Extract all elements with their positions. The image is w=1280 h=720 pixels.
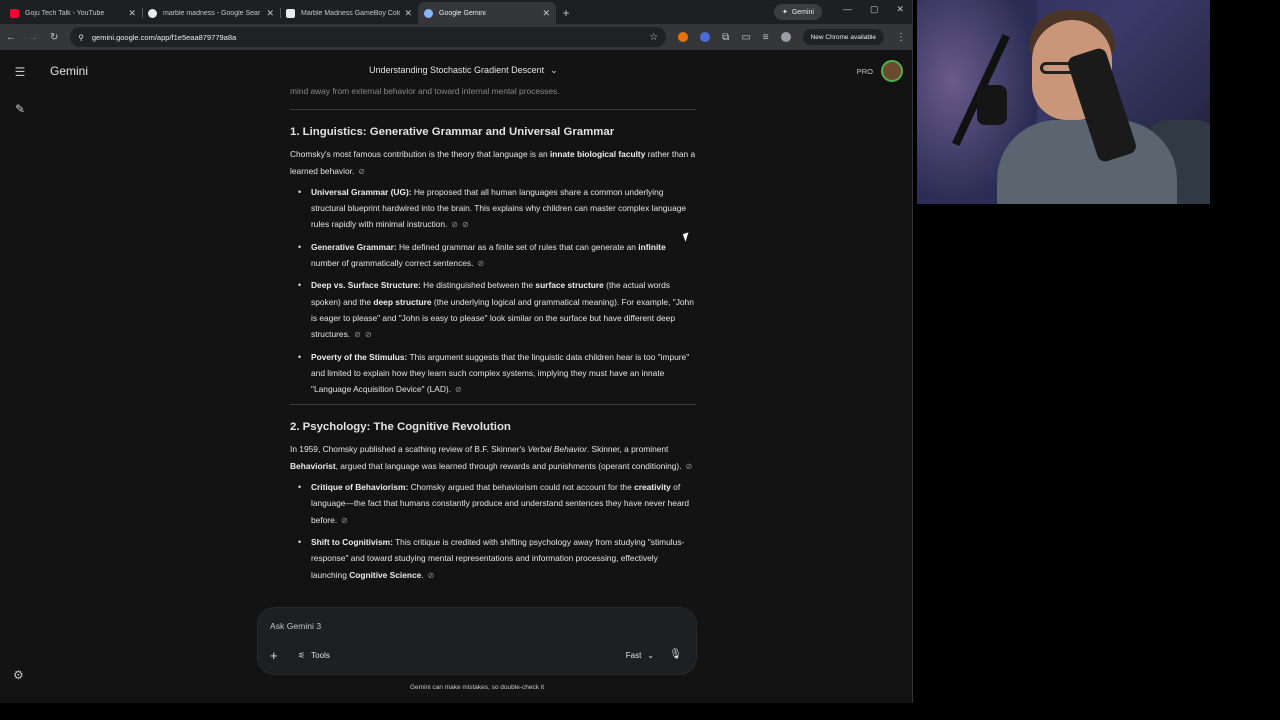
gemini-chip-label: Gemini bbox=[791, 8, 814, 16]
extension-icon[interactable] bbox=[700, 32, 711, 42]
studio-mic-shape bbox=[977, 85, 1007, 125]
source-link-icon[interactable]: ⊘ bbox=[451, 220, 458, 229]
webcam-overlay bbox=[917, 0, 1210, 204]
url-text[interactable]: gemini.google.com/app/f1e5eaa879779a8a bbox=[92, 33, 236, 42]
pro-badge: PRO bbox=[856, 67, 873, 76]
minimize-icon[interactable]: — bbox=[843, 4, 852, 15]
settings-gear-icon[interactable]: ⚙ bbox=[13, 668, 24, 682]
tools-button[interactable]: ⚟ Tools bbox=[298, 651, 330, 660]
site-info-icon[interactable]: ⚲ bbox=[78, 33, 84, 42]
close-tab-icon[interactable]: ✕ bbox=[128, 8, 136, 19]
close-tab-icon[interactable]: ✕ bbox=[266, 8, 274, 19]
new-chrome-available-button[interactable]: New Chrome available bbox=[802, 29, 884, 45]
tab-google-gemini[interactable]: Google Gemini ✕ bbox=[418, 2, 556, 24]
source-link-icon[interactable]: ⊘ bbox=[341, 516, 348, 525]
disclaimer-text: Gemini can make mistakes, so double-chec… bbox=[409, 684, 545, 691]
source-link-icon[interactable]: ⊘ bbox=[455, 385, 462, 394]
bullet-list: Universal Grammar (UG): He proposed that… bbox=[290, 184, 696, 399]
close-tab-icon[interactable]: ✕ bbox=[542, 8, 550, 19]
tab-label: Marble Madness GameBoy Colo bbox=[301, 9, 401, 17]
window-controls: — ▢ ✕ bbox=[843, 4, 904, 15]
source-link-icon[interactable]: ⊘ bbox=[365, 330, 372, 339]
tab-strip: Goju Tech Talk - YouTube ✕ marble madnes… bbox=[0, 0, 912, 24]
tab-label: Google Gemini bbox=[439, 9, 486, 17]
extensions-puzzle-icon[interactable]: ⧉ bbox=[722, 32, 729, 43]
divider bbox=[290, 109, 696, 111]
close-tab-icon[interactable]: ✕ bbox=[404, 8, 412, 19]
profile-icon[interactable] bbox=[780, 32, 791, 42]
back-icon[interactable]: ← bbox=[6, 32, 16, 43]
source-link-icon[interactable]: ⊘ bbox=[354, 330, 361, 339]
cast-icon[interactable]: ▭ bbox=[741, 32, 750, 43]
add-attachment-icon[interactable]: + bbox=[270, 648, 278, 663]
paragraph: In 1959, Chomsky published a scathing re… bbox=[290, 444, 693, 471]
tab-label: Goju Tech Talk - YouTube bbox=[25, 9, 105, 17]
paragraph: Chomsky's most famous contribution is th… bbox=[290, 149, 696, 176]
close-window-icon[interactable]: ✕ bbox=[896, 4, 904, 15]
list-item: Poverty of the Stimulus: This argument s… bbox=[290, 349, 696, 399]
new-chrome-label: New Chrome available bbox=[810, 33, 876, 41]
source-link-icon[interactable]: ⊘ bbox=[428, 571, 435, 580]
avatar[interactable] bbox=[881, 60, 903, 82]
extension-icon[interactable] bbox=[678, 32, 689, 42]
bookmark-star-icon[interactable]: ☆ bbox=[649, 32, 658, 43]
chevron-down-icon: ⌄ bbox=[647, 651, 654, 660]
chrome-menu-icon[interactable]: ⋮ bbox=[896, 32, 906, 43]
omnibox[interactable]: ⚲ gemini.google.com/app/f1e5eaa879779a8a… bbox=[70, 27, 667, 47]
source-link-icon[interactable]: ⊘ bbox=[358, 167, 365, 176]
chevron-down-icon: ⌄ bbox=[550, 65, 558, 75]
source-link-icon[interactable]: ⊘ bbox=[477, 259, 484, 268]
reload-icon[interactable]: ↻ bbox=[50, 32, 58, 43]
new-tab-button[interactable]: + bbox=[556, 2, 576, 24]
mode-label: Fast bbox=[625, 651, 642, 660]
maximize-icon[interactable]: ▢ bbox=[870, 4, 879, 15]
section-heading: 2. Psychology: The Cognitive Revolution bbox=[290, 421, 511, 434]
bullet-list: Critique of Behaviorism: Chomsky argued … bbox=[290, 479, 696, 584]
section-heading: 1. Linguistics: Generative Grammar and U… bbox=[290, 126, 615, 139]
sparkle-icon: ✦ bbox=[781, 9, 788, 16]
source-link-icon[interactable]: ⊘ bbox=[462, 220, 469, 229]
side-rail: ☰ ✎ ⚙ bbox=[0, 50, 40, 703]
screen: Goju Tech Talk - YouTube ✕ marble madnes… bbox=[0, 0, 1280, 720]
page-favicon-icon bbox=[286, 8, 295, 18]
gemini-brand[interactable]: Gemini bbox=[50, 64, 88, 78]
tab-youtube[interactable]: Goju Tech Talk - YouTube ✕ bbox=[4, 2, 142, 24]
source-link-icon[interactable]: ⊘ bbox=[686, 462, 693, 471]
response-content: mind away from external behavior and tow… bbox=[290, 80, 696, 620]
list-item: Universal Grammar (UG): He proposed that… bbox=[290, 184, 696, 234]
gemini-chip-button[interactable]: ✦ Gemini bbox=[773, 4, 822, 20]
list-item: Generative Grammar: He defined grammar a… bbox=[290, 239, 696, 273]
list-item: Critique of Behaviorism: Chomsky argued … bbox=[290, 479, 696, 529]
cut-off-text: mind away from external behavior and tow… bbox=[290, 86, 560, 96]
tools-sliders-icon: ⚟ bbox=[298, 651, 306, 660]
prompt-input[interactable]: Ask Gemini 3 bbox=[270, 621, 321, 631]
list-item: Shift to Cognitivism: This critique is c… bbox=[290, 534, 696, 584]
tab-label: marble madness - Google Sear bbox=[163, 9, 261, 17]
browser-window: Goju Tech Talk - YouTube ✕ marble madnes… bbox=[0, 0, 913, 703]
prompt-input-box[interactable]: Ask Gemini 3 + ⚟ Tools Fast ⌄ 🎙 bbox=[257, 607, 697, 675]
google-favicon-icon bbox=[148, 8, 157, 18]
divider bbox=[290, 404, 696, 406]
gemini-app: ☰ ✎ ⚙ Gemini Understanding Stochastic Gr… bbox=[0, 50, 912, 703]
address-bar: ← → ↻ ⚲ gemini.google.com/app/f1e5eaa879… bbox=[0, 24, 912, 50]
reading-list-icon[interactable]: ≡ bbox=[763, 32, 769, 43]
tab-marble-madness[interactable]: Marble Madness GameBoy Colo ✕ bbox=[280, 2, 418, 24]
conversation-title: Understanding Stochastic Gradient Descen… bbox=[369, 65, 545, 75]
youtube-favicon-icon bbox=[10, 8, 19, 18]
forward-icon[interactable]: → bbox=[28, 32, 38, 43]
menu-icon[interactable]: ☰ bbox=[12, 65, 28, 79]
person-body bbox=[997, 120, 1177, 204]
tools-label: Tools bbox=[311, 651, 330, 660]
gemini-favicon-icon bbox=[424, 8, 433, 18]
conversation-title-dropdown[interactable]: Understanding Stochastic Gradient Descen… bbox=[369, 65, 558, 76]
tab-google-search[interactable]: marble madness - Google Sear ✕ bbox=[142, 2, 280, 24]
microphone-icon[interactable]: 🎙 bbox=[669, 649, 682, 660]
model-mode-dropdown[interactable]: Fast ⌄ bbox=[626, 651, 654, 660]
new-chat-icon[interactable]: ✎ bbox=[12, 102, 28, 116]
list-item: Deep vs. Surface Structure: He distingui… bbox=[290, 277, 696, 343]
